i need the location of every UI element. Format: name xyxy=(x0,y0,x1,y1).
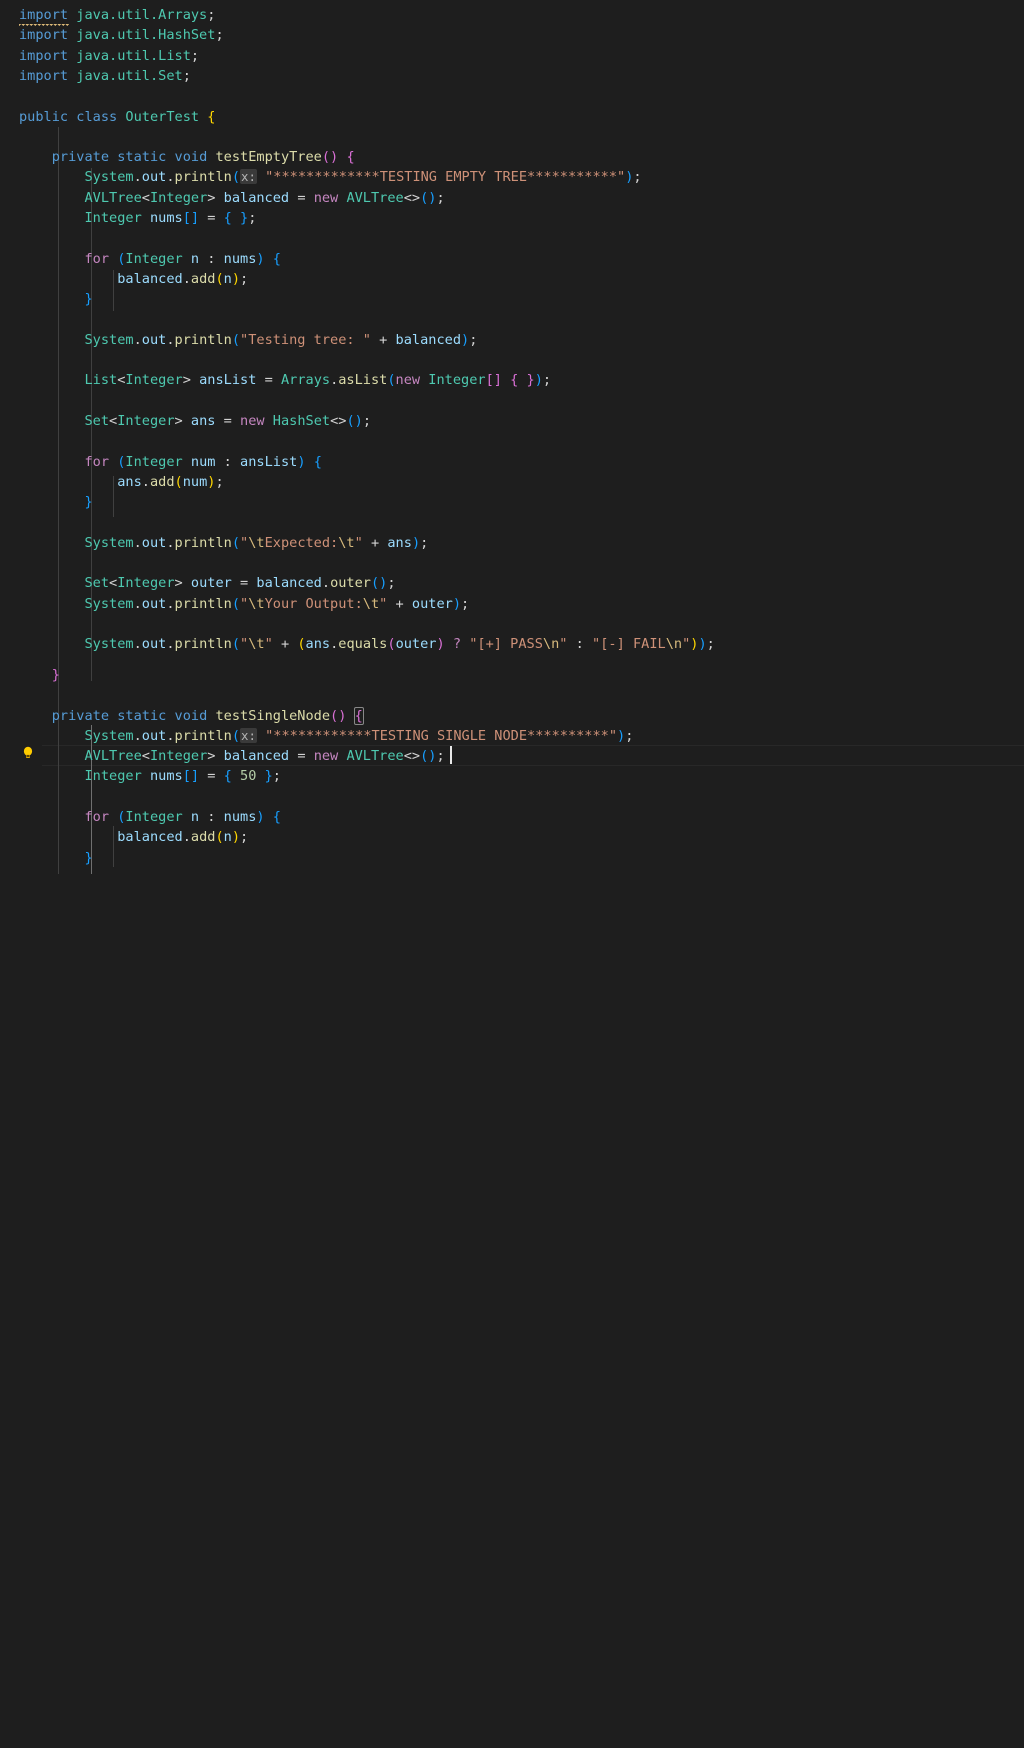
code-line[interactable] xyxy=(0,228,1024,248)
lightbulb-quickfix-icon[interactable] xyxy=(20,745,36,761)
code-line[interactable]: balanced.add(n); xyxy=(0,269,1024,289)
code-line[interactable]: private static void testSingleNode() { xyxy=(0,706,1024,726)
code-line[interactable]: import java.util.HashSet; xyxy=(0,25,1024,45)
code-line[interactable]: Integer nums[] = { }; xyxy=(0,208,1024,228)
warning-squiggle xyxy=(19,24,69,27)
code-line[interactable]: List<Integer> ansList = Arrays.asList(ne… xyxy=(0,370,1024,390)
code-line[interactable]: private static void testEmptyTree() { xyxy=(0,147,1024,167)
code-line[interactable]: System.out.println("\tExpected:\t" + ans… xyxy=(0,533,1024,553)
code-line[interactable]: } xyxy=(0,289,1024,309)
code-line[interactable] xyxy=(0,787,1024,807)
code-line[interactable]: Set<Integer> outer = balanced.outer(); xyxy=(0,573,1024,593)
code-line[interactable]: AVLTree<Integer> balanced = new AVLTree<… xyxy=(0,746,1024,766)
code-line[interactable]: import java.util.Arrays; xyxy=(0,5,1024,25)
code-line[interactable]: import java.util.Set; xyxy=(0,66,1024,86)
code-line[interactable]: public class OuterTest { xyxy=(0,107,1024,127)
code-line[interactable]: System.out.println("\tYour Output:\t" + … xyxy=(0,594,1024,614)
code-line[interactable]: for (Integer n : nums) { xyxy=(0,807,1024,827)
code-line[interactable]: System.out.println(x: "*************TEST… xyxy=(0,167,1024,187)
bracket-match-highlight: { xyxy=(353,706,364,725)
code-line[interactable] xyxy=(0,553,1024,573)
code-line[interactable]: balanced.add(n); xyxy=(0,827,1024,847)
code-line[interactable] xyxy=(0,127,1024,147)
code-line[interactable]: } xyxy=(0,848,1024,868)
code-line[interactable]: System.out.println("\t" + (ans.equals(ou… xyxy=(0,634,1024,654)
code-line[interactable]: for (Integer n : nums) { xyxy=(0,249,1024,269)
code-line[interactable]: Integer nums[] = { 50 }; xyxy=(0,766,1024,786)
code-line[interactable] xyxy=(0,614,1024,634)
code-line[interactable] xyxy=(0,86,1024,106)
inlay-hint-parameter: x: xyxy=(240,727,257,743)
code-line[interactable] xyxy=(0,391,1024,411)
code-line[interactable] xyxy=(0,513,1024,533)
code-line[interactable]: } xyxy=(0,492,1024,512)
code-line[interactable] xyxy=(0,685,1024,705)
code-line[interactable] xyxy=(0,350,1024,370)
code-line[interactable]: Set<Integer> ans = new HashSet<>(); xyxy=(0,411,1024,431)
code-line[interactable]: System.out.println(x: "************TESTI… xyxy=(0,726,1024,746)
text-cursor xyxy=(450,746,452,764)
code-line[interactable]: ans.add(num); xyxy=(0,472,1024,492)
code-content[interactable]: import java.util.Arrays; import java.uti… xyxy=(0,0,1024,874)
code-line[interactable]: System.out.println("Testing tree: " + ba… xyxy=(0,330,1024,350)
code-line[interactable] xyxy=(0,310,1024,330)
code-editor[interactable]: import java.util.Arrays; import java.uti… xyxy=(0,0,1024,874)
inlay-hint-parameter: x: xyxy=(240,169,257,185)
code-line[interactable]: } xyxy=(0,665,1024,685)
code-line[interactable]: import java.util.List; xyxy=(0,46,1024,66)
code-line[interactable]: for (Integer num : ansList) { xyxy=(0,452,1024,472)
code-line[interactable]: AVLTree<Integer> balanced = new AVLTree<… xyxy=(0,188,1024,208)
code-line[interactable] xyxy=(0,431,1024,451)
